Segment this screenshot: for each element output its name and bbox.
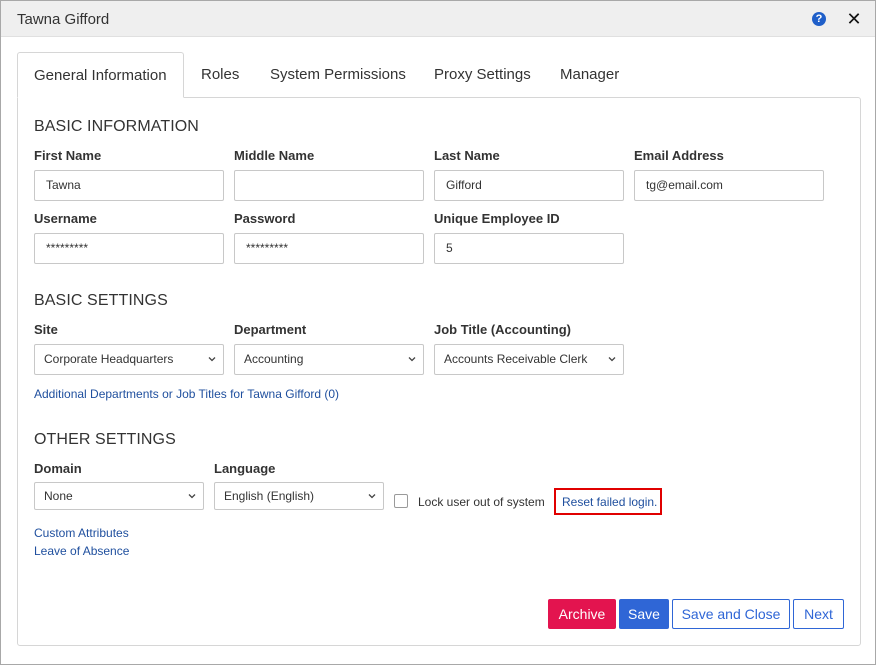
basic-settings-title: BASIC SETTINGS bbox=[34, 292, 168, 309]
middle-name-label: Middle Name bbox=[234, 148, 315, 163]
site-select[interactable]: Corporate Headquarters bbox=[34, 344, 224, 375]
job-title-select-value: Accounts Receivable Clerk bbox=[444, 352, 588, 366]
tab-system-permissions[interactable]: System Permissions bbox=[270, 52, 406, 98]
password-input[interactable]: ********* bbox=[234, 233, 424, 264]
basic-information-title: BASIC INFORMATION bbox=[34, 118, 199, 135]
language-select[interactable]: English (English) bbox=[214, 482, 384, 510]
middle-name-input[interactable] bbox=[234, 170, 424, 201]
help-icon[interactable]: ? bbox=[812, 12, 826, 26]
close-icon[interactable]: ✕ bbox=[845, 9, 863, 29]
chevron-down-icon bbox=[408, 357, 416, 362]
user-dialog: Tawna Gifford ? ✕ General Information Ro… bbox=[0, 0, 876, 665]
chevron-down-icon bbox=[608, 357, 616, 362]
chevron-down-icon bbox=[208, 357, 216, 362]
chevron-down-icon bbox=[188, 494, 196, 499]
employee-id-label: Unique Employee ID bbox=[434, 211, 560, 226]
save-button[interactable]: Save bbox=[619, 599, 669, 629]
chevron-down-icon bbox=[368, 494, 376, 499]
employee-id-input[interactable]: 5 bbox=[434, 233, 624, 264]
reset-failed-login-link[interactable]: Reset failed login. bbox=[562, 495, 657, 509]
language-label: Language bbox=[214, 461, 276, 476]
leave-of-absence-link[interactable]: Leave of Absence bbox=[34, 544, 129, 558]
email-label: Email Address bbox=[634, 148, 724, 163]
department-label: Department bbox=[234, 322, 307, 337]
domain-select-value: None bbox=[44, 489, 73, 503]
site-select-value: Corporate Headquarters bbox=[44, 352, 174, 366]
tab-general-information[interactable]: General Information bbox=[17, 52, 184, 98]
first-name-input[interactable]: Tawna bbox=[34, 170, 224, 201]
username-input[interactable]: ********* bbox=[34, 233, 224, 264]
language-select-value: English (English) bbox=[224, 489, 315, 503]
first-name-label: First Name bbox=[34, 148, 102, 163]
lock-user-label: Lock user out of system bbox=[418, 495, 545, 509]
email-input[interactable]: tg@email.com bbox=[634, 170, 824, 201]
last-name-label: Last Name bbox=[434, 148, 500, 163]
password-label: Password bbox=[234, 211, 296, 226]
save-and-close-button[interactable]: Save and Close bbox=[672, 599, 790, 629]
domain-label: Domain bbox=[34, 461, 82, 476]
last-name-input[interactable]: Gifford bbox=[434, 170, 624, 201]
reset-failed-login-highlight: Reset failed login. bbox=[554, 488, 662, 515]
custom-attributes-link[interactable]: Custom Attributes bbox=[34, 526, 129, 540]
other-settings-title: OTHER SETTINGS bbox=[34, 431, 176, 448]
lock-user-checkbox[interactable] bbox=[394, 494, 408, 508]
department-select-value: Accounting bbox=[244, 352, 304, 366]
tab-roles[interactable]: Roles bbox=[201, 52, 239, 98]
additional-departments-link[interactable]: Additional Departments or Job Titles for… bbox=[34, 387, 339, 401]
dialog-title: Tawna Gifford bbox=[17, 11, 110, 28]
title-bar: Tawna Gifford ? ✕ bbox=[1, 1, 875, 37]
site-label: Site bbox=[34, 322, 58, 337]
job-title-select[interactable]: Accounts Receivable Clerk bbox=[434, 344, 624, 375]
domain-select[interactable]: None bbox=[34, 482, 204, 510]
tab-proxy-settings[interactable]: Proxy Settings bbox=[434, 52, 531, 98]
username-label: Username bbox=[34, 211, 97, 226]
next-button[interactable]: Next bbox=[793, 599, 844, 629]
tab-manager[interactable]: Manager bbox=[560, 52, 619, 98]
archive-button[interactable]: Archive bbox=[548, 599, 616, 629]
department-select[interactable]: Accounting bbox=[234, 344, 424, 375]
job-title-label: Job Title (Accounting) bbox=[434, 322, 571, 337]
